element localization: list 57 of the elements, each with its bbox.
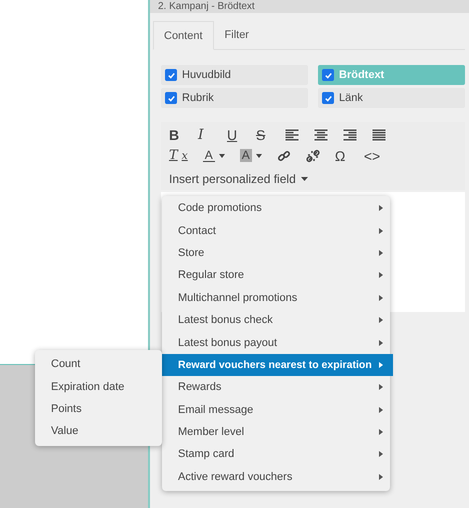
submenu-arrow-icon <box>379 317 383 324</box>
submenu-arrow-icon <box>379 294 383 301</box>
link-icon[interactable] <box>276 148 291 162</box>
submenu-arrow-icon <box>379 205 383 212</box>
align-center-icon[interactable] <box>314 128 328 140</box>
menu-item[interactable]: Code promotions <box>162 197 390 220</box>
caret-icon <box>300 177 308 181</box>
panel-title: 2. Kampanj - Brödtext <box>158 1 255 13</box>
menu-item[interactable]: Reward vouchers nearest to expiration <box>162 354 393 376</box>
menu-item[interactable]: Contact <box>162 219 390 242</box>
checkbox[interactable] <box>165 69 177 81</box>
align-left-icon[interactable] <box>285 128 299 140</box>
menu-item[interactable]: Count <box>35 353 162 376</box>
menu-item[interactable]: Email message <box>162 398 390 421</box>
strikethrough-button[interactable]: S <box>256 126 270 142</box>
submenu-arrow-icon <box>379 340 383 346</box>
insert-field-dropdown[interactable]: Insert personalized field <box>169 166 308 190</box>
tab[interactable]: Content <box>153 21 214 50</box>
tab[interactable]: Filter <box>214 21 260 49</box>
block-option[interactable]: Huvudbild <box>161 65 308 85</box>
bold-button[interactable]: B <box>169 126 183 142</box>
justify-icon[interactable] <box>372 128 386 140</box>
italic-button[interactable]: I <box>198 126 212 142</box>
menu-item[interactable]: Value <box>35 420 162 443</box>
menu-item[interactable]: Regular store <box>162 264 390 287</box>
menu-item[interactable]: Active reward vouchers <box>162 466 390 488</box>
block-option[interactable]: Länk <box>318 88 465 108</box>
submenu-arrow-icon <box>379 406 383 413</box>
caret-icon[interactable] <box>256 154 262 158</box>
underline-button[interactable]: U <box>227 126 241 142</box>
checkbox[interactable] <box>322 92 334 104</box>
submenu-arrow-icon <box>379 451 383 458</box>
submenu-arrow-icon <box>379 429 383 436</box>
unlink-icon[interactable] <box>306 148 320 162</box>
toolbar-button[interactable]: <> <box>364 148 380 164</box>
menu-item[interactable]: Points <box>35 398 162 420</box>
menu-item[interactable]: Rewards <box>162 376 390 399</box>
menu-item[interactable]: Latest bonus check <box>162 308 390 332</box>
menu-item[interactable]: Latest bonus payout <box>162 331 390 354</box>
menu-item[interactable]: Store <box>162 242 390 264</box>
submenu-arrow-icon <box>379 228 383 234</box>
text-color-button[interactable]: A <box>202 149 225 162</box>
toolbar-button[interactable]: Ω <box>334 148 349 164</box>
checkbox[interactable] <box>322 69 334 81</box>
menu-item[interactable]: Member level <box>162 420 390 444</box>
checkbox[interactable] <box>165 92 177 104</box>
align-right-icon[interactable] <box>343 128 357 140</box>
caret-icon[interactable] <box>218 154 225 158</box>
menu-item[interactable]: Expiration date <box>35 375 162 398</box>
submenu-arrow-icon <box>379 272 383 278</box>
submenu-arrow-icon <box>379 362 383 368</box>
submenu-arrow-icon <box>379 474 383 480</box>
submenu-arrow-icon <box>379 384 383 390</box>
menu-item[interactable]: Stamp card <box>162 443 390 466</box>
submenu-arrow-icon <box>379 250 383 256</box>
block-option[interactable]: Rubrik <box>161 88 308 108</box>
menu-item[interactable]: Multichannel promotions <box>162 286 390 309</box>
